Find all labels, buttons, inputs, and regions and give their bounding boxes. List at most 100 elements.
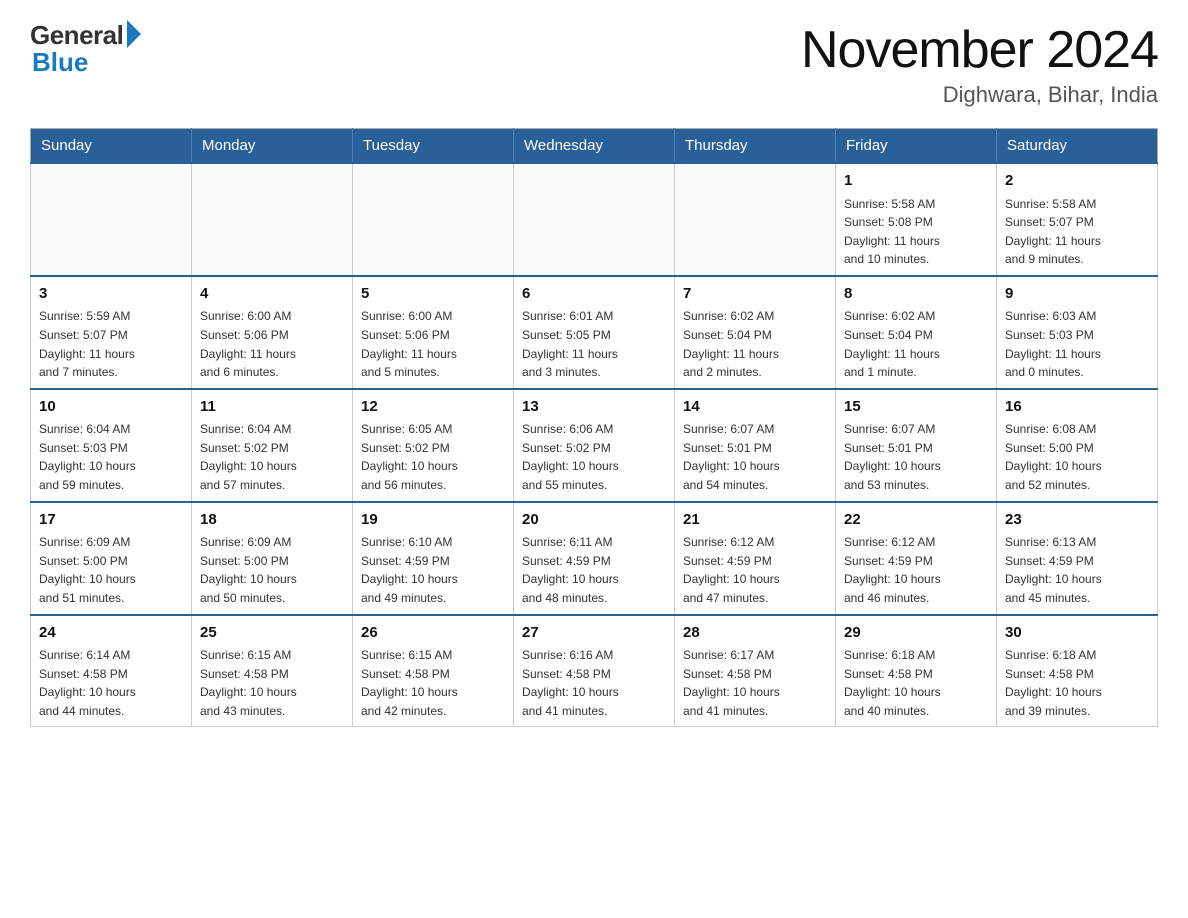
header-day-tuesday: Tuesday: [353, 129, 514, 164]
day-info: Sunrise: 6:13 AMSunset: 4:59 PMDaylight:…: [1005, 533, 1149, 607]
day-info: Sunrise: 6:04 AMSunset: 5:03 PMDaylight:…: [39, 420, 183, 494]
day-number: 9: [1005, 283, 1149, 306]
calendar-cell: 15Sunrise: 6:07 AMSunset: 5:01 PMDayligh…: [836, 389, 997, 502]
calendar-cell: 9Sunrise: 6:03 AMSunset: 5:03 PMDaylight…: [997, 276, 1158, 389]
calendar-cell: 25Sunrise: 6:15 AMSunset: 4:58 PMDayligh…: [192, 615, 353, 727]
page-header: General Blue November 2024 Dighwara, Bih…: [30, 20, 1158, 108]
day-info: Sunrise: 6:14 AMSunset: 4:58 PMDaylight:…: [39, 646, 183, 720]
day-number: 16: [1005, 396, 1149, 419]
calendar-cell: 26Sunrise: 6:15 AMSunset: 4:58 PMDayligh…: [353, 615, 514, 727]
day-info: Sunrise: 6:02 AMSunset: 5:04 PMDaylight:…: [683, 307, 827, 381]
day-info: Sunrise: 6:07 AMSunset: 5:01 PMDaylight:…: [844, 420, 988, 494]
day-info: Sunrise: 6:10 AMSunset: 4:59 PMDaylight:…: [361, 533, 505, 607]
day-info: Sunrise: 6:03 AMSunset: 5:03 PMDaylight:…: [1005, 307, 1149, 381]
header-day-saturday: Saturday: [997, 129, 1158, 164]
calendar-cell: 23Sunrise: 6:13 AMSunset: 4:59 PMDayligh…: [997, 502, 1158, 615]
calendar-cell: 2Sunrise: 5:58 AMSunset: 5:07 PMDaylight…: [997, 163, 1158, 276]
day-number: 24: [39, 622, 183, 645]
calendar-cell: 13Sunrise: 6:06 AMSunset: 5:02 PMDayligh…: [514, 389, 675, 502]
day-info: Sunrise: 6:11 AMSunset: 4:59 PMDaylight:…: [522, 533, 666, 607]
day-number: 3: [39, 283, 183, 306]
calendar-cell: 1Sunrise: 5:58 AMSunset: 5:08 PMDaylight…: [836, 163, 997, 276]
day-number: 21: [683, 509, 827, 532]
calendar-table: SundayMondayTuesdayWednesdayThursdayFrid…: [30, 128, 1158, 727]
calendar-cell: 12Sunrise: 6:05 AMSunset: 5:02 PMDayligh…: [353, 389, 514, 502]
header-day-thursday: Thursday: [675, 129, 836, 164]
day-number: 29: [844, 622, 988, 645]
day-info: Sunrise: 6:08 AMSunset: 5:00 PMDaylight:…: [1005, 420, 1149, 494]
calendar-cell: 3Sunrise: 5:59 AMSunset: 5:07 PMDaylight…: [31, 276, 192, 389]
day-info: Sunrise: 5:58 AMSunset: 5:08 PMDaylight:…: [844, 195, 988, 269]
day-number: 28: [683, 622, 827, 645]
day-info: Sunrise: 6:00 AMSunset: 5:06 PMDaylight:…: [361, 307, 505, 381]
day-number: 25: [200, 622, 344, 645]
day-info: Sunrise: 5:58 AMSunset: 5:07 PMDaylight:…: [1005, 195, 1149, 269]
calendar-cell: 7Sunrise: 6:02 AMSunset: 5:04 PMDaylight…: [675, 276, 836, 389]
day-number: 12: [361, 396, 505, 419]
logo-blue-text: Blue: [32, 47, 88, 78]
week-row-2: 10Sunrise: 6:04 AMSunset: 5:03 PMDayligh…: [31, 389, 1158, 502]
calendar-cell: [514, 163, 675, 276]
header-day-friday: Friday: [836, 129, 997, 164]
day-info: Sunrise: 6:09 AMSunset: 5:00 PMDaylight:…: [39, 533, 183, 607]
day-number: 13: [522, 396, 666, 419]
logo: General Blue: [30, 20, 141, 78]
day-number: 20: [522, 509, 666, 532]
day-info: Sunrise: 6:12 AMSunset: 4:59 PMDaylight:…: [844, 533, 988, 607]
day-info: Sunrise: 6:17 AMSunset: 4:58 PMDaylight:…: [683, 646, 827, 720]
day-number: 5: [361, 283, 505, 306]
calendar-cell: 28Sunrise: 6:17 AMSunset: 4:58 PMDayligh…: [675, 615, 836, 727]
header-day-wednesday: Wednesday: [514, 129, 675, 164]
day-info: Sunrise: 6:09 AMSunset: 5:00 PMDaylight:…: [200, 533, 344, 607]
day-info: Sunrise: 6:15 AMSunset: 4:58 PMDaylight:…: [200, 646, 344, 720]
calendar-cell: 30Sunrise: 6:18 AMSunset: 4:58 PMDayligh…: [997, 615, 1158, 727]
calendar-cell: 18Sunrise: 6:09 AMSunset: 5:00 PMDayligh…: [192, 502, 353, 615]
calendar-cell: 24Sunrise: 6:14 AMSunset: 4:58 PMDayligh…: [31, 615, 192, 727]
header-row: SundayMondayTuesdayWednesdayThursdayFrid…: [31, 129, 1158, 164]
calendar-cell: 6Sunrise: 6:01 AMSunset: 5:05 PMDaylight…: [514, 276, 675, 389]
calendar-cell: [31, 163, 192, 276]
day-number: 15: [844, 396, 988, 419]
day-number: 1: [844, 170, 988, 193]
calendar-cell: [192, 163, 353, 276]
day-number: 10: [39, 396, 183, 419]
day-info: Sunrise: 6:18 AMSunset: 4:58 PMDaylight:…: [1005, 646, 1149, 720]
calendar-cell: 14Sunrise: 6:07 AMSunset: 5:01 PMDayligh…: [675, 389, 836, 502]
calendar-cell: 27Sunrise: 6:16 AMSunset: 4:58 PMDayligh…: [514, 615, 675, 727]
calendar-cell: 21Sunrise: 6:12 AMSunset: 4:59 PMDayligh…: [675, 502, 836, 615]
week-row-0: 1Sunrise: 5:58 AMSunset: 5:08 PMDaylight…: [31, 163, 1158, 276]
day-info: Sunrise: 6:15 AMSunset: 4:58 PMDaylight:…: [361, 646, 505, 720]
title-section: November 2024 Dighwara, Bihar, India: [801, 20, 1158, 108]
week-row-1: 3Sunrise: 5:59 AMSunset: 5:07 PMDaylight…: [31, 276, 1158, 389]
week-row-4: 24Sunrise: 6:14 AMSunset: 4:58 PMDayligh…: [31, 615, 1158, 727]
calendar-cell: 4Sunrise: 6:00 AMSunset: 5:06 PMDaylight…: [192, 276, 353, 389]
calendar-cell: 20Sunrise: 6:11 AMSunset: 4:59 PMDayligh…: [514, 502, 675, 615]
calendar-cell: 5Sunrise: 6:00 AMSunset: 5:06 PMDaylight…: [353, 276, 514, 389]
calendar-cell: 11Sunrise: 6:04 AMSunset: 5:02 PMDayligh…: [192, 389, 353, 502]
day-number: 30: [1005, 622, 1149, 645]
day-info: Sunrise: 6:02 AMSunset: 5:04 PMDaylight:…: [844, 307, 988, 381]
day-number: 23: [1005, 509, 1149, 532]
calendar-cell: 17Sunrise: 6:09 AMSunset: 5:00 PMDayligh…: [31, 502, 192, 615]
day-number: 2: [1005, 170, 1149, 193]
day-number: 14: [683, 396, 827, 419]
day-number: 7: [683, 283, 827, 306]
day-number: 4: [200, 283, 344, 306]
location-text: Dighwara, Bihar, India: [801, 82, 1158, 108]
day-number: 18: [200, 509, 344, 532]
calendar-cell: 10Sunrise: 6:04 AMSunset: 5:03 PMDayligh…: [31, 389, 192, 502]
day-number: 22: [844, 509, 988, 532]
day-number: 8: [844, 283, 988, 306]
calendar-cell: 19Sunrise: 6:10 AMSunset: 4:59 PMDayligh…: [353, 502, 514, 615]
calendar-cell: [353, 163, 514, 276]
day-number: 19: [361, 509, 505, 532]
logo-triangle-icon: [127, 20, 141, 48]
month-title: November 2024: [801, 20, 1158, 80]
day-info: Sunrise: 6:04 AMSunset: 5:02 PMDaylight:…: [200, 420, 344, 494]
calendar-cell: 8Sunrise: 6:02 AMSunset: 5:04 PMDaylight…: [836, 276, 997, 389]
day-info: Sunrise: 6:00 AMSunset: 5:06 PMDaylight:…: [200, 307, 344, 381]
day-info: Sunrise: 6:18 AMSunset: 4:58 PMDaylight:…: [844, 646, 988, 720]
day-number: 6: [522, 283, 666, 306]
week-row-3: 17Sunrise: 6:09 AMSunset: 5:00 PMDayligh…: [31, 502, 1158, 615]
day-number: 26: [361, 622, 505, 645]
